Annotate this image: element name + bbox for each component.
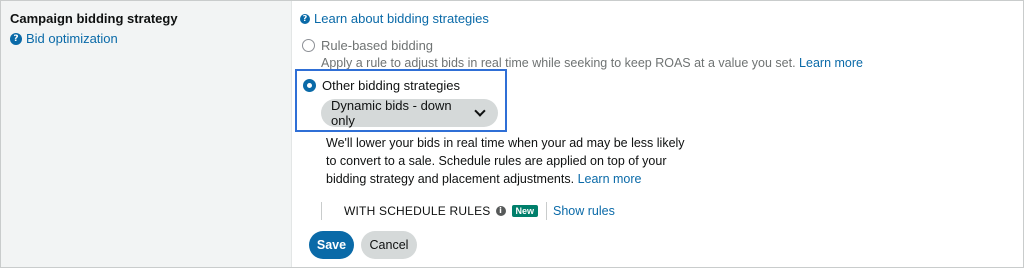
bidding-strategy-dropdown[interactable]: Dynamic bids - down only (321, 98, 498, 128)
other-strategies-description: We'll lower your bids in real time when … (326, 136, 685, 186)
rule-based-radio[interactable] (302, 39, 315, 52)
left-label-panel: Campaign bidding strategy ? Bid optimiza… (1, 1, 292, 267)
question-circle-icon: ? (300, 13, 310, 24)
question-circle-icon: ? (10, 32, 22, 45)
schedule-rules-row: WITH SCHEDULE RULES i New Show rules (321, 201, 615, 221)
learn-bidding-strategies-link[interactable]: ? Learn about bidding strategies (300, 11, 489, 26)
section-title: Campaign bidding strategy (10, 11, 178, 26)
dropdown-selected-value: Dynamic bids - down only (331, 98, 452, 128)
save-button[interactable]: Save (309, 231, 354, 259)
rule-based-label: Rule-based bidding (321, 38, 434, 53)
bid-optimization-label: Bid optimization (26, 31, 118, 46)
cancel-button[interactable]: Cancel (361, 231, 417, 259)
bid-optimization-link[interactable]: ? Bid optimization (10, 31, 118, 46)
info-circle-icon[interactable]: i (495, 206, 506, 216)
divider (546, 202, 548, 220)
rule-based-description: Apply a rule to adjust bids in real time… (321, 56, 863, 70)
schedule-rules-label: WITH SCHEDULE RULES (344, 204, 491, 218)
rule-based-bidding-option[interactable]: Rule-based bidding (302, 38, 433, 53)
divider (321, 202, 322, 220)
new-badge: New (511, 205, 539, 217)
other-strategies-learn-more-link[interactable]: Learn more (578, 172, 642, 186)
other-strategies-radio[interactable] (303, 79, 316, 92)
chevron-down-icon (474, 105, 486, 117)
rule-based-learn-more-link[interactable]: Learn more (799, 56, 863, 70)
bidding-strategy-panel: Campaign bidding strategy ? Bid optimiza… (0, 0, 1024, 268)
learn-bidding-strategies-label: Learn about bidding strategies (314, 11, 489, 26)
other-strategies-label: Other bidding strategies (322, 78, 461, 93)
show-rules-link[interactable]: Show rules (553, 204, 615, 218)
other-bidding-strategies-option[interactable]: Other bidding strategies (303, 78, 460, 93)
